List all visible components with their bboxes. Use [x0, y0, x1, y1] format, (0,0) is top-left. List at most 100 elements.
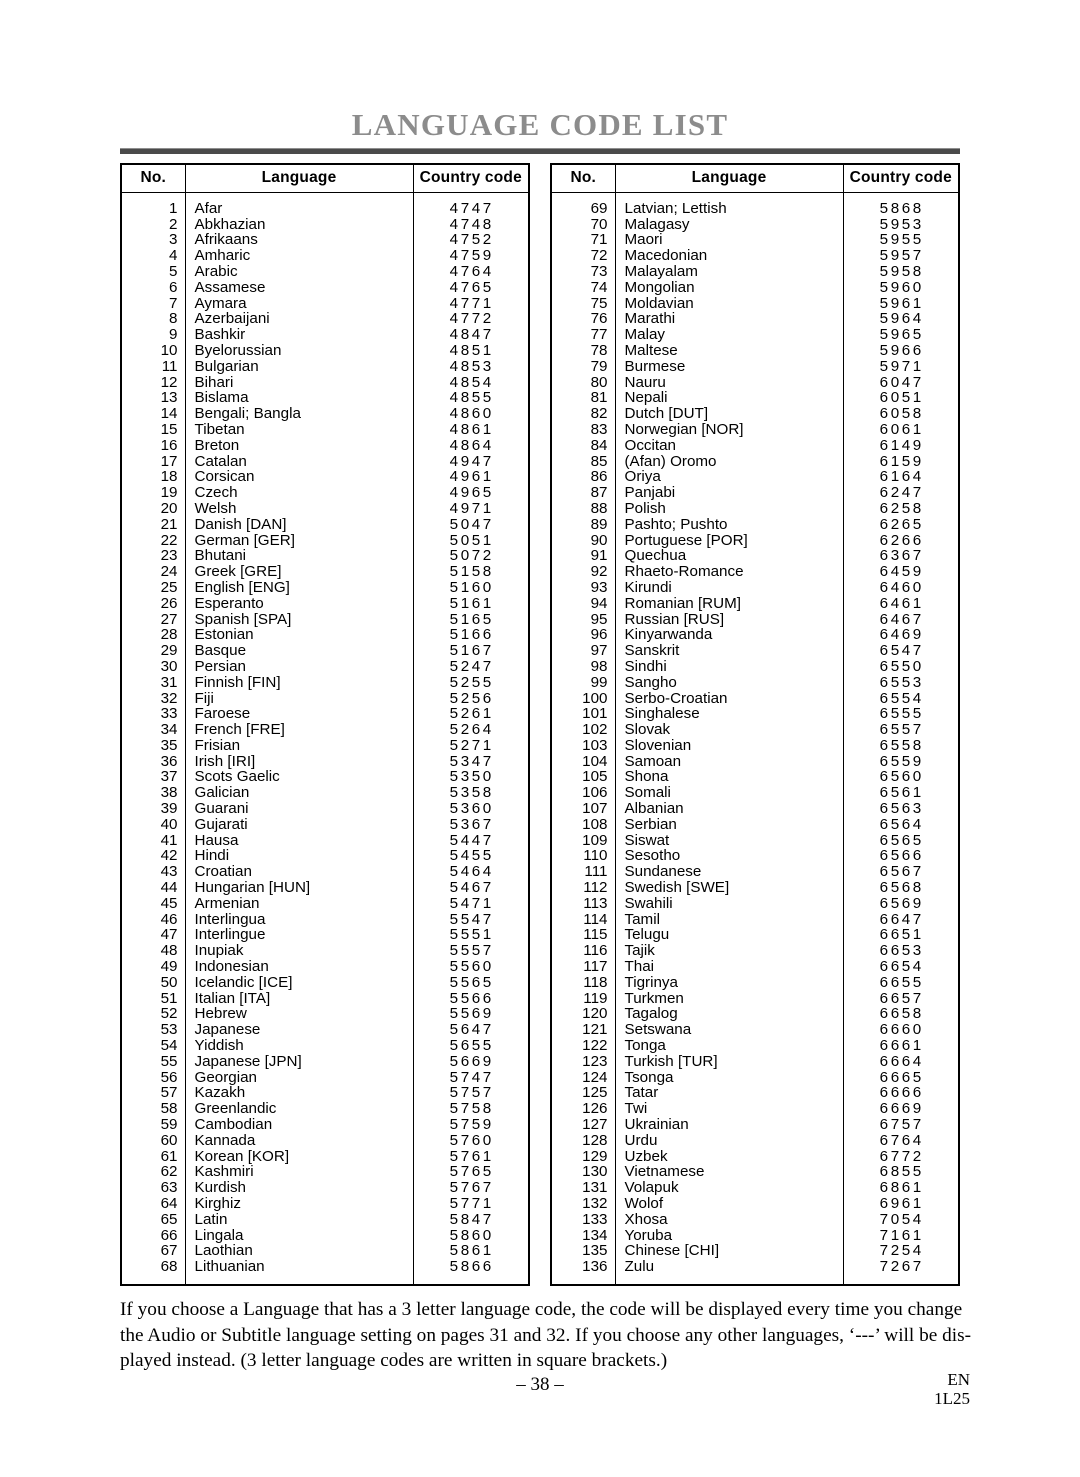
cell-no: 18 — [121, 469, 186, 486]
cell-no: 70 — [551, 216, 616, 233]
table-row: 76 Marathi 5964 — [551, 311, 959, 328]
cell-country-code: 4759 — [449, 247, 494, 265]
table-row: 20 Welsh 4971 — [121, 501, 529, 517]
cell-no: 76 — [551, 311, 616, 328]
cell-country-code: 5760 — [449, 1131, 494, 1149]
title-divider — [120, 148, 960, 154]
table-row: 98 Sindhi 6550 — [551, 659, 959, 675]
cell-country-code: 5569 — [449, 1005, 494, 1023]
cell-no: 102 — [551, 722, 616, 738]
table-row: 6 Assamese 4765 — [121, 278, 529, 296]
cell-country-code: 4961 — [449, 468, 494, 486]
cell-country-code: 6661 — [879, 1037, 924, 1055]
cell-country-code: 6149 — [879, 436, 924, 454]
cell-country-code: 6564 — [879, 815, 924, 833]
table-row: 77 Malay 5965 — [551, 327, 959, 343]
table-row: 33 Faroese 5261 — [121, 706, 529, 723]
language-code-tables: No. Language Country code 1 Afar 4747 2 Abkh… — [120, 163, 960, 1286]
cell-language: Armenian — [185, 896, 414, 912]
cell-country-code: 4752 — [449, 231, 494, 249]
cell-language: Dutch [DUT] — [615, 406, 844, 422]
header-language: Language — [185, 164, 414, 193]
cell-language: Siswat — [615, 832, 844, 849]
cell-language: Interlingue — [185, 927, 414, 944]
table-row: 38 Galician 5358 — [121, 785, 529, 802]
cell-no: 99 — [551, 674, 616, 691]
cell-no: 120 — [551, 1006, 616, 1023]
cell-country-code: 4765 — [449, 278, 494, 296]
cell-no: 21 — [121, 516, 186, 533]
table-row: 63 Kurdish 5767 — [121, 1180, 529, 1196]
imprint-language-code: EN — [947, 1370, 970, 1389]
table-row: 67 Laothian 5861 — [121, 1243, 529, 1260]
table-row: 51 Italian [ITA] 5566 — [121, 990, 529, 1007]
cell-language: Turkmen — [615, 990, 844, 1007]
table-row: 52 Hebrew 5569 — [121, 1005, 529, 1023]
table-row: 95 Russian [RUS] 6467 — [551, 611, 959, 628]
table-row: 132 Wolof 6961 — [551, 1196, 959, 1212]
table-row: 14 Bengali; Bangla 4860 — [121, 406, 529, 422]
cell-no: 65 — [121, 1211, 186, 1228]
cell-language: Macedonian — [615, 248, 844, 264]
cell-country-code: 6568 — [879, 879, 924, 897]
cell-country-code: 4860 — [449, 405, 494, 423]
cell-no: 52 — [121, 1006, 186, 1023]
table-header-row: No. Language Country code — [551, 164, 959, 193]
cell-country-code: 6654 — [879, 958, 924, 976]
cell-language: Norwegian [NOR] — [615, 422, 844, 438]
cell-no: 128 — [551, 1133, 616, 1149]
cell-no: 115 — [551, 927, 616, 944]
cell-language: Panjabi — [615, 485, 844, 501]
cell-country-code: 4771 — [449, 294, 494, 312]
table-row: 84 Occitan 6149 — [551, 436, 959, 454]
table-row: 32 Fiji 5256 — [121, 690, 529, 707]
table-row: 71 Maori 5955 — [551, 231, 959, 249]
cell-country-code: 5953 — [879, 215, 924, 233]
cell-no: 5 — [121, 264, 186, 280]
cell-country-code: 6861 — [879, 1179, 924, 1197]
cell-language: Thai — [615, 959, 844, 975]
cell-country-code: 6047 — [879, 373, 924, 391]
table-row: 70 Malagasy 5953 — [551, 215, 959, 233]
table-row: 81 Nepali 6051 — [551, 390, 959, 407]
cell-no: 82 — [551, 406, 616, 422]
cell-language: Interlingua — [185, 911, 414, 928]
cell-country-code: 4855 — [449, 389, 494, 407]
cell-language: Shona — [615, 769, 844, 786]
table-row: 108 Serbian 6564 — [551, 817, 959, 833]
cell-no: 110 — [551, 848, 616, 865]
cell-country-code: 6159 — [879, 452, 924, 470]
cell-no: 27 — [121, 611, 186, 628]
cell-language: Latin — [185, 1211, 414, 1228]
cell-language: Marathi — [615, 311, 844, 328]
cell-language: Amharic — [185, 248, 414, 264]
cell-no: 108 — [551, 817, 616, 833]
cell-no: 37 — [121, 769, 186, 786]
cell-country-code: 6058 — [879, 405, 924, 423]
cell-language: Assamese — [185, 279, 414, 296]
cell-country-code: 4764 — [449, 262, 494, 280]
cell-language: English [ENG] — [185, 580, 414, 596]
table-row: 15 Tibetan 4861 — [121, 422, 529, 438]
cell-country-code: 5167 — [449, 642, 494, 660]
cell-country-code: 6367 — [879, 547, 924, 565]
cell-language: Afrikaans — [185, 232, 414, 249]
cell-no: 94 — [551, 595, 616, 612]
table-row: 8 Azerbaijani 4772 — [121, 311, 529, 328]
cell-language: Persian — [185, 659, 414, 675]
cell-no: 72 — [551, 248, 616, 264]
cell-country-code: 6647 — [879, 910, 924, 928]
cell-no: 35 — [121, 738, 186, 754]
cell-country-code: 5957 — [879, 247, 924, 265]
cell-no: 53 — [121, 1022, 186, 1039]
cell-no: 42 — [121, 848, 186, 865]
cell-language: Singhalese — [615, 706, 844, 723]
cell-language: Arabic — [185, 264, 414, 280]
table-row: 109 Siswat 6565 — [551, 832, 959, 849]
footer-note-line-3: played instead. (3 letter language codes… — [120, 1350, 668, 1371]
cell-country-code: 5955 — [879, 231, 924, 249]
table-row: 78 Maltese 5966 — [551, 343, 959, 359]
cell-no: 119 — [551, 990, 616, 1007]
cell-country-code: 6550 — [879, 657, 924, 675]
cell-no: 77 — [551, 327, 616, 343]
